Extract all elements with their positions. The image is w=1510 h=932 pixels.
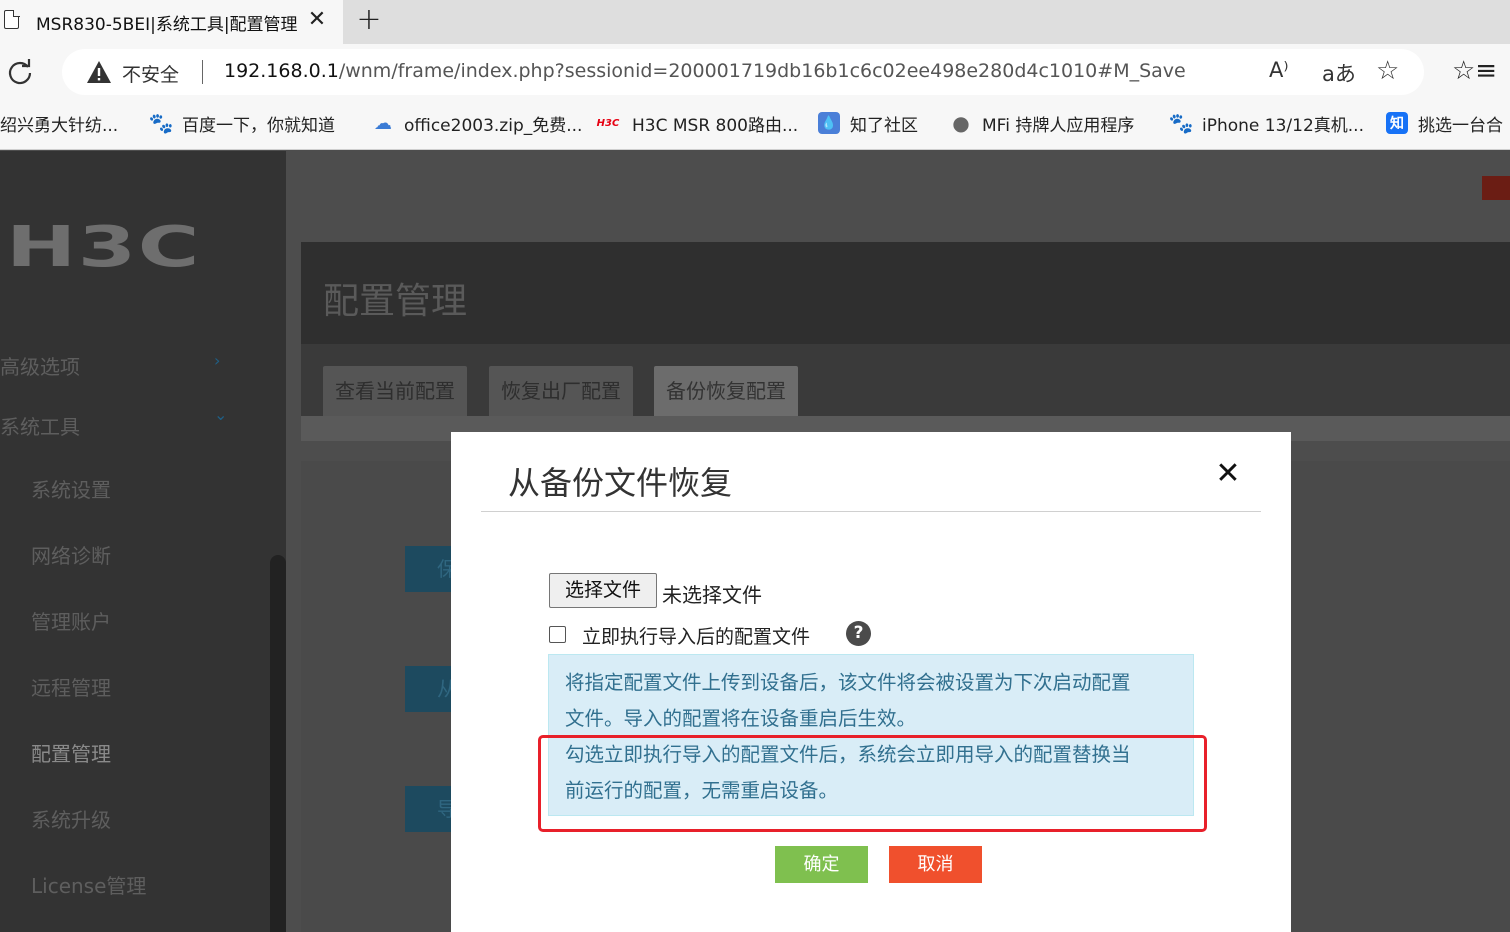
nav-section-label: 高级选项 (0, 355, 80, 379)
warning-icon[interactable] (86, 60, 112, 84)
tab-backup-restore[interactable]: 备份恢复配置 (654, 366, 798, 416)
restore-dialog: 从备份文件恢复 ✕ 选择文件 未选择文件 立即执行导入后的配置文件 ? 将指定配… (451, 432, 1291, 932)
browser-tab-bar: MSR830-5BEI|系统工具|配置管理 ✕ + (0, 0, 1510, 44)
h3c-icon: H3C (596, 117, 620, 129)
url-path: /wnm/frame/index.php?sessionid=200001719… (338, 60, 1186, 82)
dialog-title: 从备份文件恢复 (508, 464, 733, 502)
url-text[interactable]: 192.168.0.1/wnm/frame/index.php?sessioni… (224, 60, 1186, 82)
nav-section-label: 系统工具 (0, 415, 80, 439)
bookmark-item[interactable]: ● MFi 持牌人应用程序 (950, 110, 1134, 136)
browser-tab[interactable]: MSR830-5BEI|系统工具|配置管理 ✕ (0, 0, 343, 44)
dialog-divider (481, 511, 1261, 512)
browser-toolbar: 不安全 192.168.0.1/wnm/frame/index.php?sess… (0, 44, 1510, 100)
choose-file-button[interactable]: 选择文件 (549, 573, 657, 608)
sidebar: H3C 高级选项 › 系统工具 ⌄ 系统设置 网络诊断 管理账户 远程管理 配置… (0, 151, 286, 932)
apply-immediately-checkbox[interactable] (549, 626, 566, 643)
bookmark-label: 知了社区 (850, 115, 918, 136)
translate-icon[interactable]: aあ (1322, 58, 1356, 88)
chevron-down-icon[interactable]: ⌄ (214, 405, 227, 424)
language-flag-icon[interactable] (1482, 176, 1510, 200)
tab-title: MSR830-5BEI|系统工具|配置管理 (36, 15, 298, 35)
sidebar-item-admin-accounts[interactable]: 管理账户 (31, 606, 111, 635)
help-icon[interactable]: ? (846, 621, 871, 646)
page-icon (4, 9, 20, 29)
sidebar-item-remote-management[interactable]: 远程管理 (31, 672, 111, 701)
page-title: 配置管理 (323, 281, 468, 322)
bookmark-label: 百度一下，你就知道 (182, 115, 335, 136)
sidebar-scrollbar[interactable] (270, 555, 286, 932)
address-bar[interactable]: 不安全 192.168.0.1/wnm/frame/index.php?sess… (62, 49, 1424, 95)
tab-view-current-config[interactable]: 查看当前配置 (323, 366, 467, 416)
bookmark-label: office2003.zip_免费... (404, 115, 583, 136)
reload-icon[interactable] (6, 58, 34, 86)
bookmark-item[interactable]: ☁ office2003.zip_免费... (372, 110, 582, 136)
bookmark-item[interactable]: 💧 知了社区 (818, 110, 918, 136)
bookmark-item[interactable]: 知 挑选一台合 (1386, 110, 1503, 136)
close-tab-icon[interactable]: ✕ (304, 6, 330, 34)
security-label[interactable]: 不安全 (122, 60, 179, 87)
red-highlight-annotation (538, 735, 1207, 832)
url-host: 192.168.0.1 (224, 60, 339, 82)
confirm-button[interactable]: 确定 (775, 846, 868, 883)
cancel-button[interactable]: 取消 (889, 846, 982, 883)
tab-restore-factory[interactable]: 恢复出厂配置 (489, 366, 633, 416)
bookmark-item[interactable]: 🐾 百度一下，你就知道 (148, 110, 335, 136)
read-aloud-icon[interactable]: A⁾ (1269, 58, 1289, 82)
sidebar-item-network-diagnosis[interactable]: 网络诊断 (31, 540, 111, 569)
page-header: 配置管理 (301, 242, 1510, 344)
nav-section-system-tools[interactable]: 系统工具 (0, 411, 80, 440)
apply-immediately-label[interactable]: 立即执行导入后的配置文件 (582, 622, 810, 649)
sidebar-item-config-management[interactable]: 配置管理 (31, 738, 111, 767)
bookmark-label: 挑选一台合 (1418, 115, 1503, 136)
chevron-right-icon[interactable]: › (214, 351, 220, 370)
favorites-icon[interactable]: ☆≡ (1452, 57, 1497, 85)
sidebar-item-license[interactable]: License管理 (31, 870, 146, 899)
bookmark-label: iPhone 13/12真机... (1202, 115, 1364, 136)
bookmark-label: H3C MSR 800路由... (632, 115, 799, 136)
tabs-strip: 查看当前配置 恢复出厂配置 备份恢复配置 (301, 344, 1510, 416)
info-line: 将指定配置文件上传到设备后，该文件将会被设置为下次启动配置 (565, 671, 1131, 694)
zhihu-icon: 知 (1386, 112, 1408, 134)
sidebar-item-system-settings[interactable]: 系统设置 (31, 474, 111, 503)
bookmark-item[interactable]: 🐾 iPhone 13/12真机... (1168, 110, 1364, 136)
address-divider (202, 60, 203, 84)
info-line: 文件。导入的配置将在设备重启后生效。 (565, 707, 917, 730)
bookmark-item[interactable]: 绍兴勇大针纺... (0, 110, 118, 136)
close-icon[interactable]: ✕ (1211, 456, 1245, 492)
baidu-paw-icon: 🐾 (1168, 111, 1194, 135)
h3c-logo: H3C (6, 215, 201, 280)
nav-section-advanced[interactable]: 高级选项 (0, 351, 80, 380)
baidu-paw-icon: 🐾 (148, 111, 174, 135)
sidebar-item-system-upgrade[interactable]: 系统升级 (31, 804, 111, 833)
bookmark-label: 绍兴勇大针纺... (0, 115, 119, 136)
apple-icon: ● (952, 111, 970, 135)
bookmarks-bar: 绍兴勇大针纺... 🐾 百度一下，你就知道 ☁ office2003.zip_免… (0, 100, 1510, 150)
zhiliao-drop-icon: 💧 (818, 112, 840, 134)
file-status-text: 未选择文件 (662, 583, 762, 607)
add-favorite-icon[interactable]: ☆ (1376, 57, 1399, 85)
cloud-icon: ☁ (374, 112, 392, 134)
bookmark-item[interactable]: H3C H3C MSR 800路由... (594, 110, 799, 136)
bookmark-label: MFi 持牌人应用程序 (982, 115, 1135, 136)
new-tab-icon[interactable]: + (352, 3, 386, 37)
